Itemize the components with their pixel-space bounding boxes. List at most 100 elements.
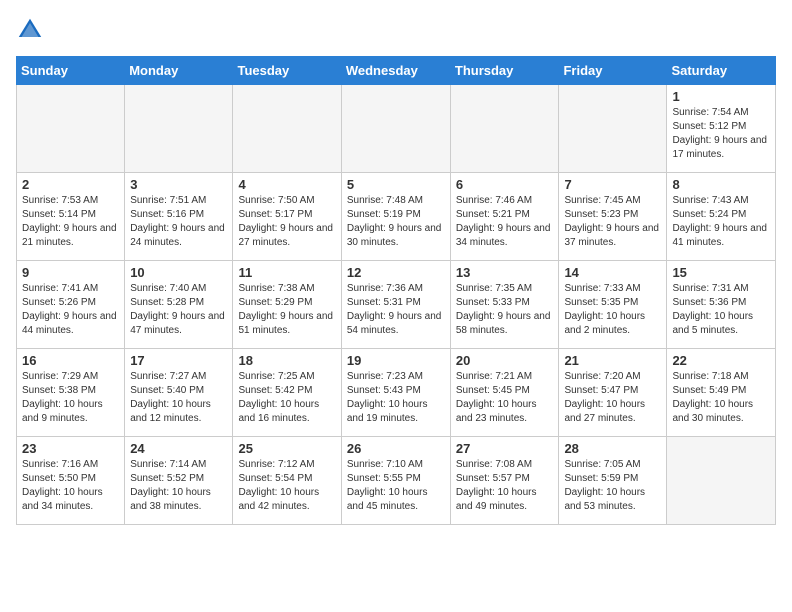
- day-info: Sunrise: 7:05 AM Sunset: 5:59 PM Dayligh…: [564, 458, 661, 514]
- logo-icon: [16, 16, 44, 44]
- calendar-cell: 20 Sunrise: 7:21 AM Sunset: 5:45 PM Dayli…: [450, 349, 559, 437]
- calendar-cell: 23 Sunrise: 7:16 AM Sunset: 5:50 PM Dayli…: [17, 437, 125, 525]
- calendar-cell: 4 Sunrise: 7:50 AM Sunset: 5:17 PM Daylig…: [233, 173, 341, 261]
- day-number: 21: [564, 353, 661, 368]
- calendar-cell: 17 Sunrise: 7:27 AM Sunset: 5:40 PM Dayli…: [125, 349, 233, 437]
- calendar-header-wednesday: Wednesday: [341, 57, 450, 85]
- calendar-cell: 18 Sunrise: 7:25 AM Sunset: 5:42 PM Dayli…: [233, 349, 341, 437]
- day-number: 2: [22, 177, 119, 192]
- page-header: [16, 16, 776, 44]
- logo: [16, 16, 46, 44]
- day-number: 25: [238, 441, 335, 456]
- day-info: Sunrise: 7:16 AM Sunset: 5:50 PM Dayligh…: [22, 458, 119, 514]
- day-info: Sunrise: 7:20 AM Sunset: 5:47 PM Dayligh…: [564, 370, 661, 426]
- calendar-cell: 19Sunrise: 7:23 AM Sunset: 5:43 PM Dayli…: [341, 349, 450, 437]
- calendar-header-tuesday: Tuesday: [233, 57, 341, 85]
- day-info: Sunrise: 7:27 AM Sunset: 5:40 PM Dayligh…: [130, 370, 227, 426]
- week-row-2: 2 Sunrise: 7:53 AM Sunset: 5:14 PM Daylig…: [17, 173, 776, 261]
- day-info: Sunrise: 7:31 AM Sunset: 5:36 PM Dayligh…: [672, 282, 770, 338]
- day-info: Sunrise: 7:21 AM Sunset: 5:45 PM Dayligh…: [456, 370, 554, 426]
- week-row-1: 1 Sunrise: 7:54 AM Sunset: 5:12 PM Daylig…: [17, 85, 776, 173]
- calendar-cell: 3 Sunrise: 7:51 AM Sunset: 5:16 PM Daylig…: [125, 173, 233, 261]
- calendar-cell: 24 Sunrise: 7:14 AM Sunset: 5:52 PM Dayli…: [125, 437, 233, 525]
- day-number: 26: [347, 441, 445, 456]
- calendar-header-saturday: Saturday: [667, 57, 776, 85]
- day-number: 4: [238, 177, 335, 192]
- day-number: 22: [672, 353, 770, 368]
- day-number: 27: [456, 441, 554, 456]
- day-number: 10: [130, 265, 227, 280]
- day-info: Sunrise: 7:36 AM Sunset: 5:31 PM Dayligh…: [347, 282, 445, 338]
- calendar-header-thursday: Thursday: [450, 57, 559, 85]
- calendar-cell: [125, 85, 233, 173]
- day-number: 17: [130, 353, 227, 368]
- calendar-cell: 22 Sunrise: 7:18 AM Sunset: 5:49 PM Dayli…: [667, 349, 776, 437]
- day-number: 20: [456, 353, 554, 368]
- day-number: 3: [130, 177, 227, 192]
- calendar-header-row: SundayMondayTuesdayWednesdayThursdayFrid…: [17, 57, 776, 85]
- calendar-header-friday: Friday: [559, 57, 667, 85]
- calendar-cell: 8Sunrise: 7:43 AM Sunset: 5:24 PM Daylig…: [667, 173, 776, 261]
- day-info: Sunrise: 7:40 AM Sunset: 5:28 PM Dayligh…: [130, 282, 227, 338]
- calendar-cell: 11Sunrise: 7:38 AM Sunset: 5:29 PM Dayli…: [233, 261, 341, 349]
- calendar-cell: 6 Sunrise: 7:46 AM Sunset: 5:21 PM Daylig…: [450, 173, 559, 261]
- calendar-cell: [450, 85, 559, 173]
- day-number: 14: [564, 265, 661, 280]
- day-number: 28: [564, 441, 661, 456]
- day-info: Sunrise: 7:25 AM Sunset: 5:42 PM Dayligh…: [238, 370, 335, 426]
- day-info: Sunrise: 7:33 AM Sunset: 5:35 PM Dayligh…: [564, 282, 661, 338]
- day-info: Sunrise: 7:50 AM Sunset: 5:17 PM Dayligh…: [238, 194, 335, 250]
- calendar-cell: 21 Sunrise: 7:20 AM Sunset: 5:47 PM Dayli…: [559, 349, 667, 437]
- week-row-4: 16 Sunrise: 7:29 AM Sunset: 5:38 PM Dayli…: [17, 349, 776, 437]
- calendar-table: SundayMondayTuesdayWednesdayThursdayFrid…: [16, 56, 776, 525]
- calendar-header-sunday: Sunday: [17, 57, 125, 85]
- day-info: Sunrise: 7:41 AM Sunset: 5:26 PM Dayligh…: [22, 282, 119, 338]
- day-info: Sunrise: 7:14 AM Sunset: 5:52 PM Dayligh…: [130, 458, 227, 514]
- calendar-header-monday: Monday: [125, 57, 233, 85]
- day-info: Sunrise: 7:53 AM Sunset: 5:14 PM Dayligh…: [22, 194, 119, 250]
- day-number: 6: [456, 177, 554, 192]
- day-number: 9: [22, 265, 119, 280]
- calendar-cell: [17, 85, 125, 173]
- calendar-cell: 13 Sunrise: 7:35 AM Sunset: 5:33 PM Dayli…: [450, 261, 559, 349]
- calendar-cell: [341, 85, 450, 173]
- calendar-cell: 28 Sunrise: 7:05 AM Sunset: 5:59 PM Dayli…: [559, 437, 667, 525]
- day-info: Sunrise: 7:18 AM Sunset: 5:49 PM Dayligh…: [672, 370, 770, 426]
- day-number: 5: [347, 177, 445, 192]
- day-info: Sunrise: 7:23 AM Sunset: 5:43 PM Dayligh…: [347, 370, 445, 426]
- day-number: 12: [347, 265, 445, 280]
- day-info: Sunrise: 7:43 AM Sunset: 5:24 PM Dayligh…: [672, 194, 770, 250]
- day-info: Sunrise: 7:38 AM Sunset: 5:29 PM Dayligh…: [238, 282, 335, 338]
- day-number: 16: [22, 353, 119, 368]
- day-number: 18: [238, 353, 335, 368]
- day-info: Sunrise: 7:48 AM Sunset: 5:19 PM Dayligh…: [347, 194, 445, 250]
- calendar-cell: [667, 437, 776, 525]
- calendar-cell: 25 Sunrise: 7:12 AM Sunset: 5:54 PM Dayli…: [233, 437, 341, 525]
- day-info: Sunrise: 7:08 AM Sunset: 5:57 PM Dayligh…: [456, 458, 554, 514]
- calendar-cell: 12 Sunrise: 7:36 AM Sunset: 5:31 PM Dayli…: [341, 261, 450, 349]
- calendar-cell: 26 Sunrise: 7:10 AM Sunset: 5:55 PM Dayli…: [341, 437, 450, 525]
- day-info: Sunrise: 7:51 AM Sunset: 5:16 PM Dayligh…: [130, 194, 227, 250]
- calendar-cell: 15 Sunrise: 7:31 AM Sunset: 5:36 PM Dayli…: [667, 261, 776, 349]
- week-row-5: 23 Sunrise: 7:16 AM Sunset: 5:50 PM Dayli…: [17, 437, 776, 525]
- calendar-cell: 16 Sunrise: 7:29 AM Sunset: 5:38 PM Dayli…: [17, 349, 125, 437]
- day-info: Sunrise: 7:46 AM Sunset: 5:21 PM Dayligh…: [456, 194, 554, 250]
- day-info: Sunrise: 7:54 AM Sunset: 5:12 PM Dayligh…: [672, 106, 770, 162]
- week-row-3: 9 Sunrise: 7:41 AM Sunset: 5:26 PM Daylig…: [17, 261, 776, 349]
- calendar-cell: 9 Sunrise: 7:41 AM Sunset: 5:26 PM Daylig…: [17, 261, 125, 349]
- day-number: 13: [456, 265, 554, 280]
- day-info: Sunrise: 7:29 AM Sunset: 5:38 PM Dayligh…: [22, 370, 119, 426]
- day-number: 1: [672, 89, 770, 104]
- calendar-cell: 10 Sunrise: 7:40 AM Sunset: 5:28 PM Dayli…: [125, 261, 233, 349]
- calendar-cell: [559, 85, 667, 173]
- day-number: 24: [130, 441, 227, 456]
- calendar-cell: [233, 85, 341, 173]
- calendar-cell: 7Sunrise: 7:45 AM Sunset: 5:23 PM Daylig…: [559, 173, 667, 261]
- day-info: Sunrise: 7:35 AM Sunset: 5:33 PM Dayligh…: [456, 282, 554, 338]
- calendar-cell: 1 Sunrise: 7:54 AM Sunset: 5:12 PM Daylig…: [667, 85, 776, 173]
- calendar-cell: 5 Sunrise: 7:48 AM Sunset: 5:19 PM Daylig…: [341, 173, 450, 261]
- day-info: Sunrise: 7:12 AM Sunset: 5:54 PM Dayligh…: [238, 458, 335, 514]
- day-number: 23: [22, 441, 119, 456]
- day-info: Sunrise: 7:10 AM Sunset: 5:55 PM Dayligh…: [347, 458, 445, 514]
- day-number: 15: [672, 265, 770, 280]
